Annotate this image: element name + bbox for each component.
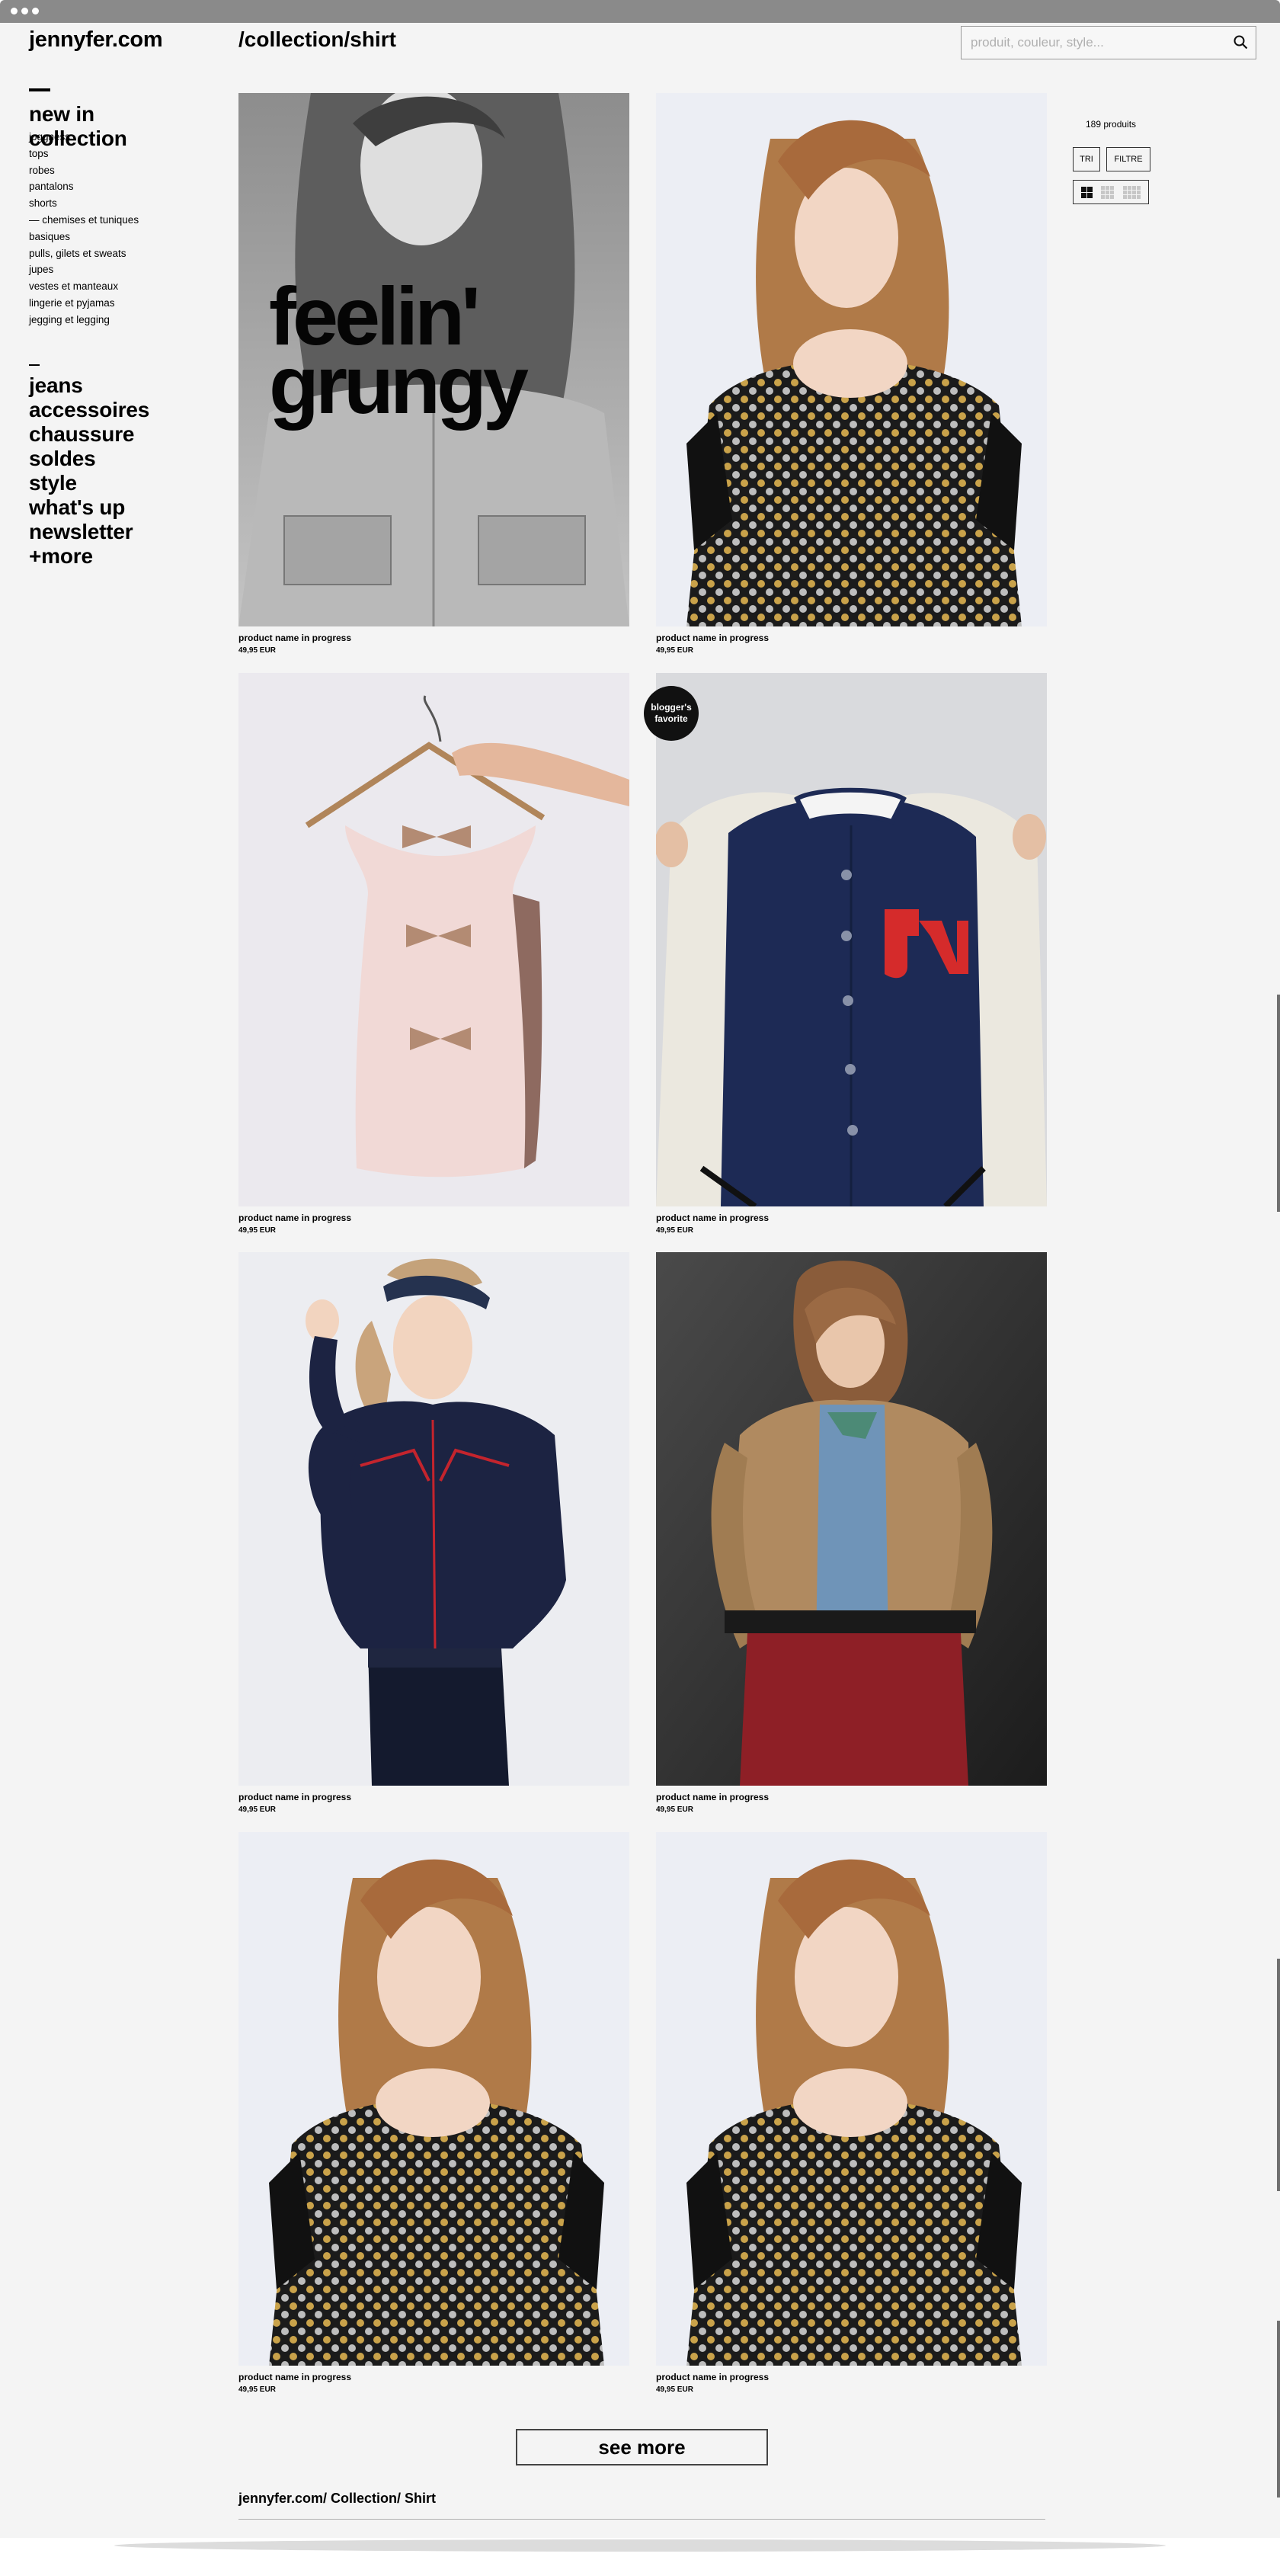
product-count: 189 produits: [1086, 119, 1137, 130]
search-box: [961, 26, 1256, 59]
filter-button[interactable]: FILTRE: [1106, 147, 1150, 171]
product-name[interactable]: product name in progress: [656, 1792, 769, 1802]
product-name[interactable]: product name in progress: [656, 633, 769, 643]
nav-item-newsletter[interactable]: newsletter: [29, 520, 149, 544]
product-image-western-shirt[interactable]: [238, 1252, 629, 1786]
page-title: /collection/shirt: [238, 27, 396, 51]
product-image-studded-top[interactable]: [238, 1832, 629, 2366]
subnav-item-joggness[interactable]: joggness: [29, 129, 139, 146]
product-name[interactable]: product name in progress: [656, 2372, 769, 2382]
product-price: 49,95 EUR: [238, 1805, 276, 1814]
scrollbar-segment[interactable]: [1277, 2321, 1280, 2498]
product-price: 49,95 EUR: [238, 2385, 276, 2394]
window-title-bar: [0, 0, 1280, 23]
footer-breadcrumb[interactable]: jennyfer.com/ Collection/ Shirt: [238, 2491, 436, 2507]
product-image-tan-jacket[interactable]: [656, 1252, 1047, 1786]
product-name[interactable]: product name in progress: [656, 1213, 769, 1223]
search-input[interactable]: [969, 27, 1216, 59]
product-image-bow-top[interactable]: [238, 673, 629, 1206]
page: [0, 23, 1280, 2538]
nav-item-new-in[interactable]: new in: [29, 102, 127, 127]
product-price: 49,95 EUR: [656, 1226, 693, 1235]
nav-divider: [29, 88, 50, 91]
nav-item-chaussure[interactable]: chaussure: [29, 422, 149, 447]
product-price: 49,95 EUR: [656, 2385, 693, 2394]
nav-item-more[interactable]: +more: [29, 544, 149, 569]
product-price: 49,95 EUR: [238, 646, 276, 655]
product-price: 49,95 EUR: [656, 1805, 693, 1814]
subnav-item-basiques[interactable]: basiques: [29, 229, 139, 245]
bloggers-favorite-badge: blogger's favorite: [644, 686, 699, 741]
grid-4-icon[interactable]: [1123, 185, 1141, 199]
nav-secondary: jeans accessoires chaussure soldes style…: [29, 373, 149, 569]
nav-item-whats-up[interactable]: what's up: [29, 495, 149, 520]
nav-divider: [29, 364, 40, 366]
subnav-item-pantalons[interactable]: pantalons: [29, 178, 139, 195]
site-logo[interactable]: jennyfer.com: [29, 27, 163, 53]
subnav-item-pulls[interactable]: pulls, gilets et sweats: [29, 245, 139, 262]
scrollbar-segment[interactable]: [1277, 1959, 1280, 2191]
nav-item-accessoires[interactable]: accessoires: [29, 398, 149, 422]
subnav-item-tops[interactable]: tops: [29, 146, 139, 162]
promo-line-2: grungy: [269, 338, 529, 431]
nav-item-soldes[interactable]: soldes: [29, 447, 149, 471]
product-image-varsity-jacket[interactable]: [656, 673, 1047, 1206]
product-name[interactable]: product name in progress: [238, 1213, 351, 1223]
scrollbar-segment[interactable]: [1277, 995, 1280, 1212]
page-shadow: [114, 2539, 1166, 2552]
window-controls-icon[interactable]: [11, 8, 39, 14]
subnav-item-vestes[interactable]: vestes et manteaux: [29, 278, 139, 295]
grid-2-icon[interactable]: [1080, 186, 1093, 198]
product-image-editorial[interactable]: feelin' grungy: [238, 93, 629, 626]
product-price: 49,95 EUR: [238, 1226, 276, 1235]
grid-3-icon[interactable]: [1101, 185, 1115, 199]
search-icon[interactable]: [1233, 34, 1248, 50]
see-more-button[interactable]: see more: [516, 2429, 768, 2465]
product-image-studded-top[interactable]: [656, 93, 1047, 626]
footer-divider: [238, 2519, 1045, 2520]
product-name[interactable]: product name in progress: [238, 2372, 351, 2382]
subnav-item-jupes[interactable]: jupes: [29, 261, 139, 278]
subnav-item-lingerie[interactable]: lingerie et pyjamas: [29, 295, 139, 312]
promo-headline: feelin' grungy: [269, 275, 529, 431]
product-name[interactable]: product name in progress: [238, 633, 351, 643]
subnav-item-shorts[interactable]: shorts: [29, 195, 139, 212]
badge-line-2: favorite: [654, 713, 688, 724]
sort-button[interactable]: TRI: [1073, 147, 1100, 171]
product-image-studded-top[interactable]: [656, 1832, 1047, 2366]
nav-item-jeans[interactable]: jeans: [29, 373, 149, 398]
subnav-item-jegging[interactable]: jegging et legging: [29, 312, 139, 328]
product-name[interactable]: product name in progress: [238, 1792, 351, 1802]
view-switcher: [1073, 180, 1149, 204]
badge-line-1: blogger's: [651, 702, 692, 713]
subnav-item-robes[interactable]: robes: [29, 162, 139, 179]
nav-item-style[interactable]: style: [29, 471, 149, 495]
subnav-item-chemises[interactable]: — chemises et tuniques: [29, 212, 139, 229]
nav-sub-collection: joggness tops robes pantalons shorts — c…: [29, 129, 139, 328]
product-price: 49,95 EUR: [656, 646, 693, 655]
